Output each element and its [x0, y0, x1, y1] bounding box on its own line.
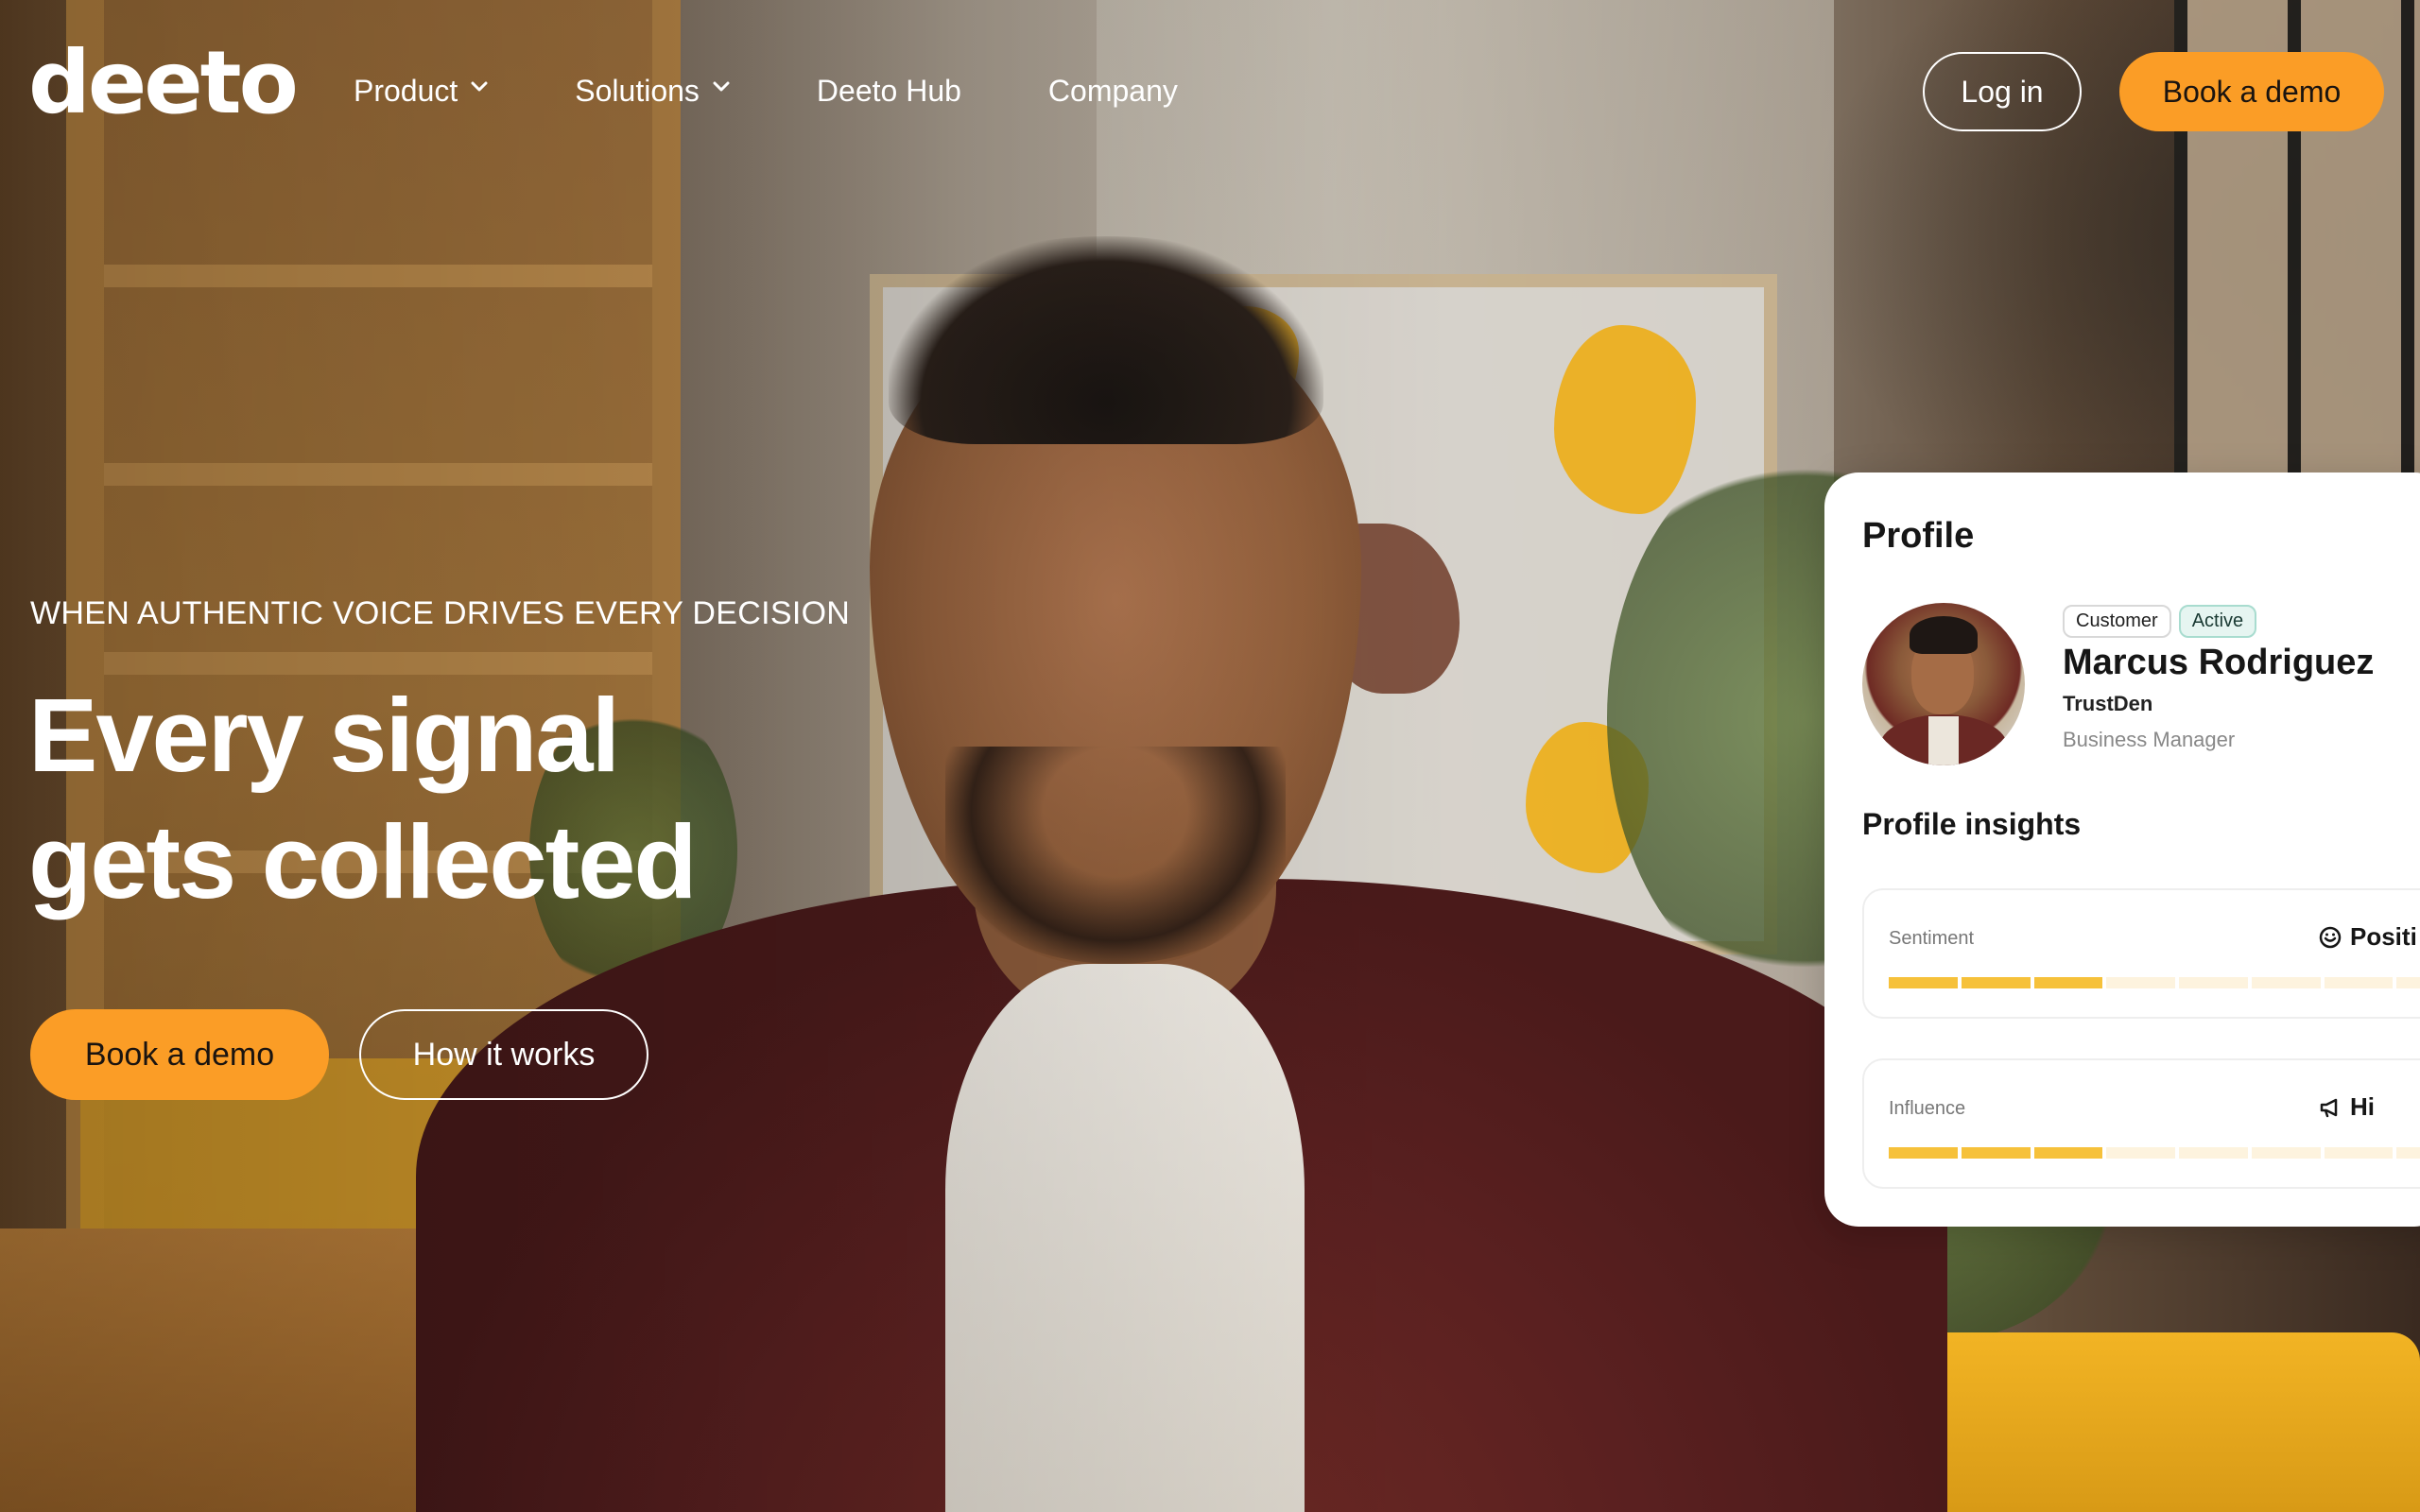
nav-item-deeto-hub[interactable]: Deeto Hub	[817, 68, 961, 113]
nav-item-label: Product	[354, 73, 458, 108]
influence-metric: Influence Hi	[1862, 1058, 2420, 1189]
metric-value-text: Hi	[2350, 1092, 2375, 1121]
login-button[interactable]: Log in	[1923, 52, 2082, 131]
nav-item-label: Solutions	[575, 73, 700, 108]
profile-card-title: Profile	[1862, 516, 1975, 556]
metric-value: Hi	[2318, 1092, 2375, 1122]
hero-headline-line-1: Every signal	[28, 678, 620, 794]
chevron-down-icon	[471, 78, 488, 95]
metric-value: Positi	[2318, 922, 2417, 952]
metric-label: Influence	[1889, 1098, 1966, 1119]
how-it-works-button[interactable]: How it works	[359, 1009, 648, 1100]
customer-badge: Customer	[2063, 605, 2171, 638]
nav-links: Product Solutions Deeto Hub Company	[354, 68, 1265, 113]
status-badge: Active	[2178, 605, 2257, 638]
profile-card: Profile Customer Active Marcus Rodriguez…	[1824, 472, 2420, 1227]
avatar	[1862, 603, 2025, 765]
profile-name: Marcus Rodriguez	[2063, 643, 2375, 682]
nav-item-label: Company	[1047, 73, 1178, 108]
nav-item-product[interactable]: Product	[354, 68, 488, 113]
profile-insights-title: Profile insights	[1862, 807, 2082, 841]
smile-icon	[2318, 925, 2342, 950]
hero-headline-line-2: gets collected	[28, 804, 698, 920]
sentiment-metric: Sentiment Positi	[1862, 888, 2420, 1019]
hero-cta-row: Book a demo How it works	[30, 1009, 648, 1100]
hero-eyebrow: WHEN AUTHENTIC VOICE DRIVES EVERY DECISI…	[30, 595, 851, 631]
profile-badges: Customer Active	[2063, 605, 2257, 638]
metric-value-text: Positi	[2350, 922, 2417, 951]
nav-item-solutions[interactable]: Solutions	[575, 68, 730, 113]
chevron-down-icon	[713, 78, 730, 95]
metric-label: Sentiment	[1889, 928, 1975, 949]
sentiment-level-bar	[1889, 977, 2420, 988]
nav-item-company[interactable]: Company	[1048, 68, 1178, 113]
top-navigation: deeto Product Solutions Deeto Hub Compan…	[0, 0, 2420, 180]
nav-item-label: Deeto Hub	[816, 73, 961, 108]
profile-company: TrustDen	[2063, 692, 2153, 715]
hero-headline: Every signal gets collected	[28, 673, 698, 926]
book-demo-nav-button[interactable]: Book a demo	[2119, 52, 2384, 131]
deeto-logo[interactable]: deeto	[28, 40, 299, 127]
book-demo-button[interactable]: Book a demo	[30, 1009, 329, 1100]
profile-role: Business Manager	[2063, 728, 2236, 751]
megaphone-icon	[2318, 1095, 2342, 1120]
influence-level-bar	[1889, 1147, 2420, 1159]
